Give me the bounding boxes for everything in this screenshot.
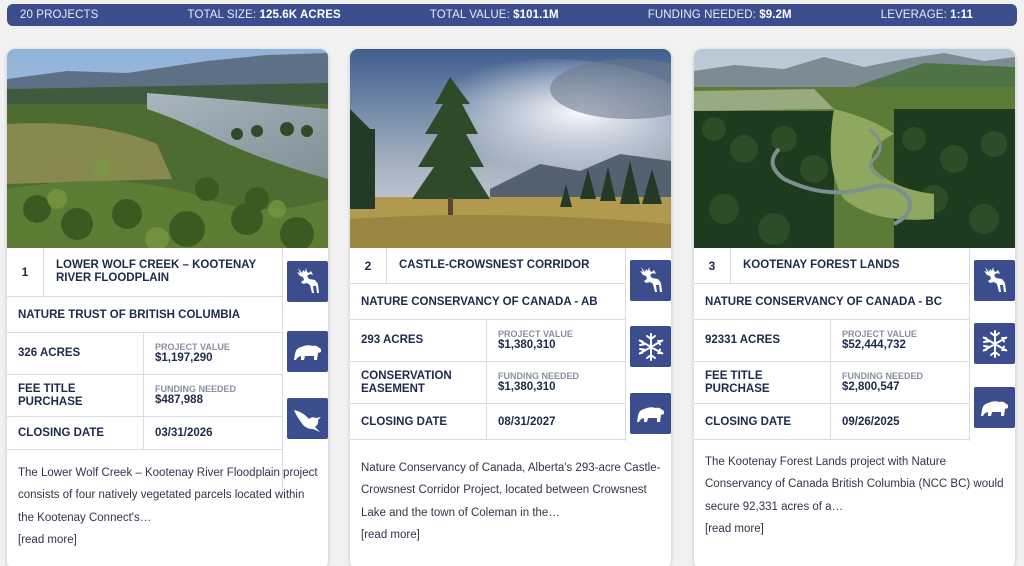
- project-value: $52,444,732: [842, 339, 906, 351]
- project-size-value-row: 293 ACRES PROJECT VALUE $1,380,310: [350, 320, 625, 362]
- read-more-link[interactable]: [read more]: [361, 524, 666, 546]
- bear-icon: [974, 387, 1015, 428]
- project-size: 92331 ACRES: [694, 320, 831, 361]
- project-value: $1,197,290: [155, 352, 213, 364]
- project-number: 3: [694, 248, 731, 283]
- funding-needed-value: $2,800,547: [842, 381, 900, 393]
- closing-date-row: CLOSING DATE 09/26/2025: [694, 404, 969, 440]
- project-photo-forest-valley[interactable]: [694, 49, 1015, 248]
- read-more-link[interactable]: [read more]: [705, 518, 1005, 540]
- project-description: Nature Conservancy of Canada, Alberta's …: [361, 457, 666, 547]
- project-info: 2 CASTLE-CROWSNEST CORRIDOR NATURE CONSE…: [350, 248, 625, 440]
- closing-date-value: 03/31/2026: [155, 427, 213, 439]
- project-type: FEE TITLE PURCHASE: [694, 362, 831, 403]
- project-size-value-row: 92331 ACRES PROJECT VALUE $52,444,732: [694, 320, 969, 362]
- species-icons: [625, 248, 671, 441]
- closing-date-value: 09/26/2025: [842, 415, 900, 428]
- project-organization: NATURE TRUST OF BRITISH COLUMBIA: [7, 297, 282, 333]
- project-info: 1 LOWER WOLF CREEK – KOOTENAY RIVER FLOO…: [7, 248, 282, 450]
- project-value-label: PROJECT VALUE: [155, 342, 230, 352]
- project-organization: NATURE CONSERVANCY OF CANADA - BC: [694, 284, 969, 320]
- closing-date-label: CLOSING DATE: [350, 404, 487, 439]
- project-card[interactable]: 3 KOOTENAY FOREST LANDS NATURE CONSERVAN…: [694, 49, 1015, 566]
- project-photo-river-floodplain[interactable]: [7, 49, 328, 248]
- project-value: $1,380,310: [498, 339, 556, 351]
- project-value-label: PROJECT VALUE: [842, 329, 917, 339]
- closing-date-value: 08/31/2027: [498, 415, 556, 428]
- project-number: 1: [7, 248, 44, 296]
- species-icons: [969, 248, 1015, 441]
- closing-date-row: CLOSING DATE 08/31/2027: [350, 404, 625, 440]
- bear-icon: [287, 331, 328, 372]
- stat-leverage: LEVERAGE: 1:11: [880, 9, 973, 21]
- project-size-value-row: 326 ACRES PROJECT VALUE $1,197,290: [7, 333, 282, 375]
- closing-date-label: CLOSING DATE: [694, 404, 831, 439]
- project-type-funding-row: CONSERVATION EASEMENT FUNDING NEEDED $1,3…: [350, 362, 625, 404]
- project-type: CONSERVATION EASEMENT: [350, 362, 487, 403]
- closing-date-row: CLOSING DATE 03/31/2026: [7, 417, 282, 450]
- project-number: 2: [350, 248, 387, 283]
- project-value-label: PROJECT VALUE: [498, 329, 573, 339]
- project-organization: NATURE CONSERVANCY OF CANADA - AB: [350, 284, 625, 320]
- project-type-funding-row: FEE TITLE PURCHASE FUNDING NEEDED $487,98…: [7, 375, 282, 417]
- project-photo-pine-tree[interactable]: [350, 49, 671, 248]
- project-card[interactable]: 1 LOWER WOLF CREEK – KOOTENAY RIVER FLOO…: [7, 49, 328, 566]
- funding-needed-value: $487,988: [155, 394, 203, 406]
- stats-bar: 20 PROJECTS TOTAL SIZE: 125.6K ACRES TOT…: [7, 4, 1017, 26]
- bear-icon: [630, 393, 671, 434]
- snowflake-icon: [630, 326, 671, 367]
- funding-needed-value: $1,380,310: [498, 381, 556, 393]
- funding-needed-label: FUNDING NEEDED: [498, 371, 580, 381]
- project-description: The Kootenay Forest Lands project with N…: [705, 451, 1005, 541]
- project-title[interactable]: KOOTENAY FOREST LANDS: [731, 248, 969, 283]
- stat-projects: 20 PROJECTS: [20, 9, 99, 21]
- project-title[interactable]: CASTLE-CROWSNEST CORRIDOR: [387, 248, 625, 283]
- project-type-funding-row: FEE TITLE PURCHASE FUNDING NEEDED $2,800,…: [694, 362, 969, 404]
- species-icons: [282, 248, 328, 490]
- project-description: The Lower Wolf Creek – Kootenay River Fl…: [18, 462, 318, 552]
- funding-needed-label: FUNDING NEEDED: [155, 384, 237, 394]
- closing-date-label: CLOSING DATE: [7, 417, 144, 449]
- elk-icon: [630, 260, 671, 301]
- funding-needed-label: FUNDING NEEDED: [842, 371, 924, 381]
- read-more-link[interactable]: [read more]: [18, 529, 318, 551]
- project-size: 326 ACRES: [7, 333, 144, 374]
- stat-funding-needed: FUNDING NEEDED: $9.2M: [647, 9, 792, 21]
- elk-icon: [974, 260, 1015, 301]
- elk-icon: [287, 261, 328, 302]
- project-title[interactable]: LOWER WOLF CREEK – KOOTENAY RIVER FLOODP…: [44, 248, 282, 296]
- stat-total-size: TOTAL SIZE: 125.6K ACRES: [187, 9, 341, 21]
- project-card[interactable]: 2 CASTLE-CROWSNEST CORRIDOR NATURE CONSE…: [350, 49, 671, 566]
- bird-icon: [287, 398, 328, 439]
- project-title-row: 2 CASTLE-CROWSNEST CORRIDOR: [350, 248, 625, 284]
- project-type: FEE TITLE PURCHASE: [7, 375, 144, 416]
- project-title-row: 1 LOWER WOLF CREEK – KOOTENAY RIVER FLOO…: [7, 248, 282, 297]
- stat-total-value: TOTAL VALUE: $101.1M: [429, 9, 559, 21]
- snowflake-icon: [974, 323, 1015, 364]
- project-size: 293 ACRES: [350, 320, 487, 361]
- project-info: 3 KOOTENAY FOREST LANDS NATURE CONSERVAN…: [694, 248, 969, 440]
- project-title-row: 3 KOOTENAY FOREST LANDS: [694, 248, 969, 284]
